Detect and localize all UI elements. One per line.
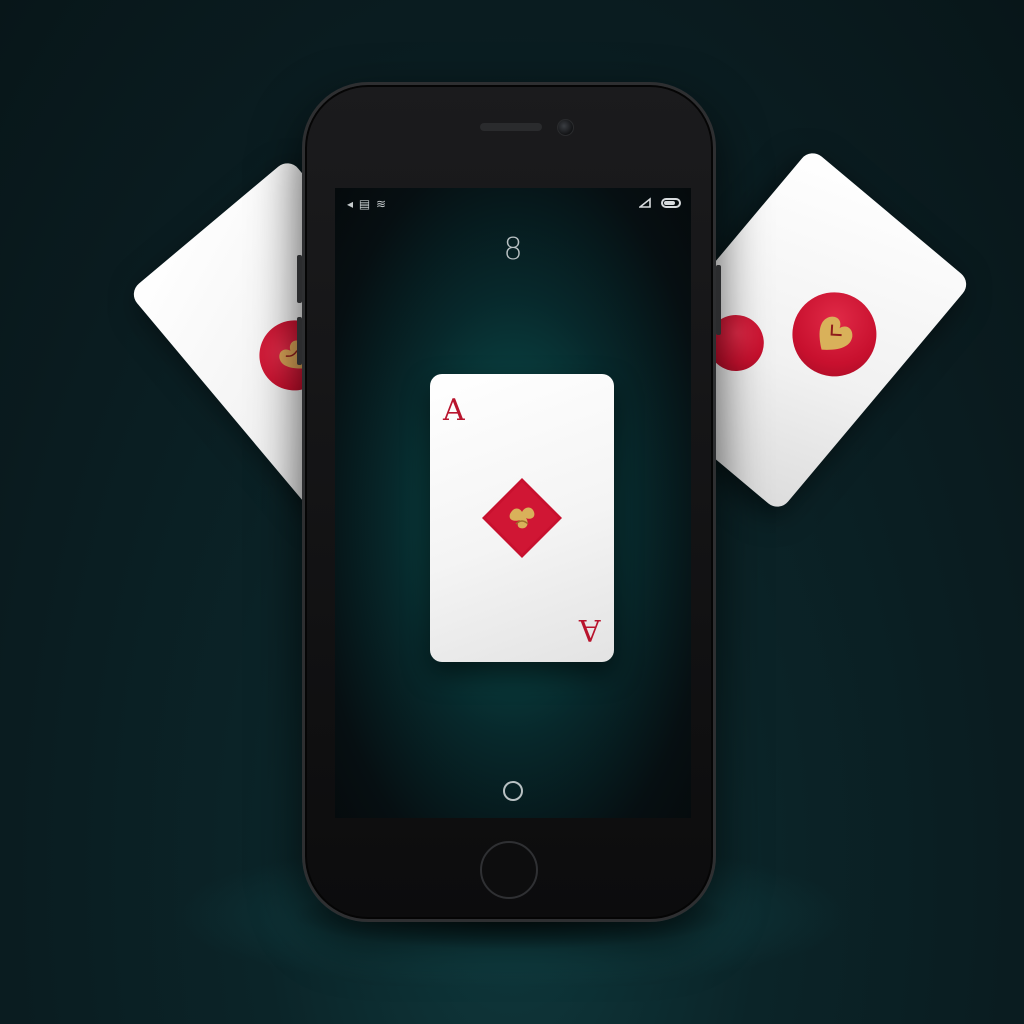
earpiece-speaker (480, 123, 542, 131)
home-button[interactable] (480, 841, 538, 899)
status-left-text: ◂ ▤ ≋ (347, 197, 388, 211)
status-right (639, 197, 681, 209)
volume-up-button (297, 255, 302, 303)
ace-of-diamonds-card[interactable]: A A (430, 374, 614, 662)
signal-icon (639, 197, 651, 208)
circle-icon[interactable] (501, 779, 525, 803)
phone-screen: ◂ ▤ ≋ 8 A A (335, 188, 691, 818)
battery-icon (661, 198, 681, 208)
volume-down-button (297, 317, 302, 365)
battery-fill (664, 201, 675, 205)
card-rank-bottom: A (579, 612, 601, 647)
phone-device: ◂ ▤ ≋ 8 A A (297, 82, 721, 922)
diamond-suit-icon (482, 478, 562, 558)
heart-suit-icon (775, 275, 894, 394)
status-bar: ◂ ▤ ≋ (335, 188, 691, 220)
card-counter: 8 (503, 232, 523, 267)
power-button (716, 265, 721, 335)
front-camera (557, 119, 574, 136)
card-rank-top: A (443, 393, 465, 428)
